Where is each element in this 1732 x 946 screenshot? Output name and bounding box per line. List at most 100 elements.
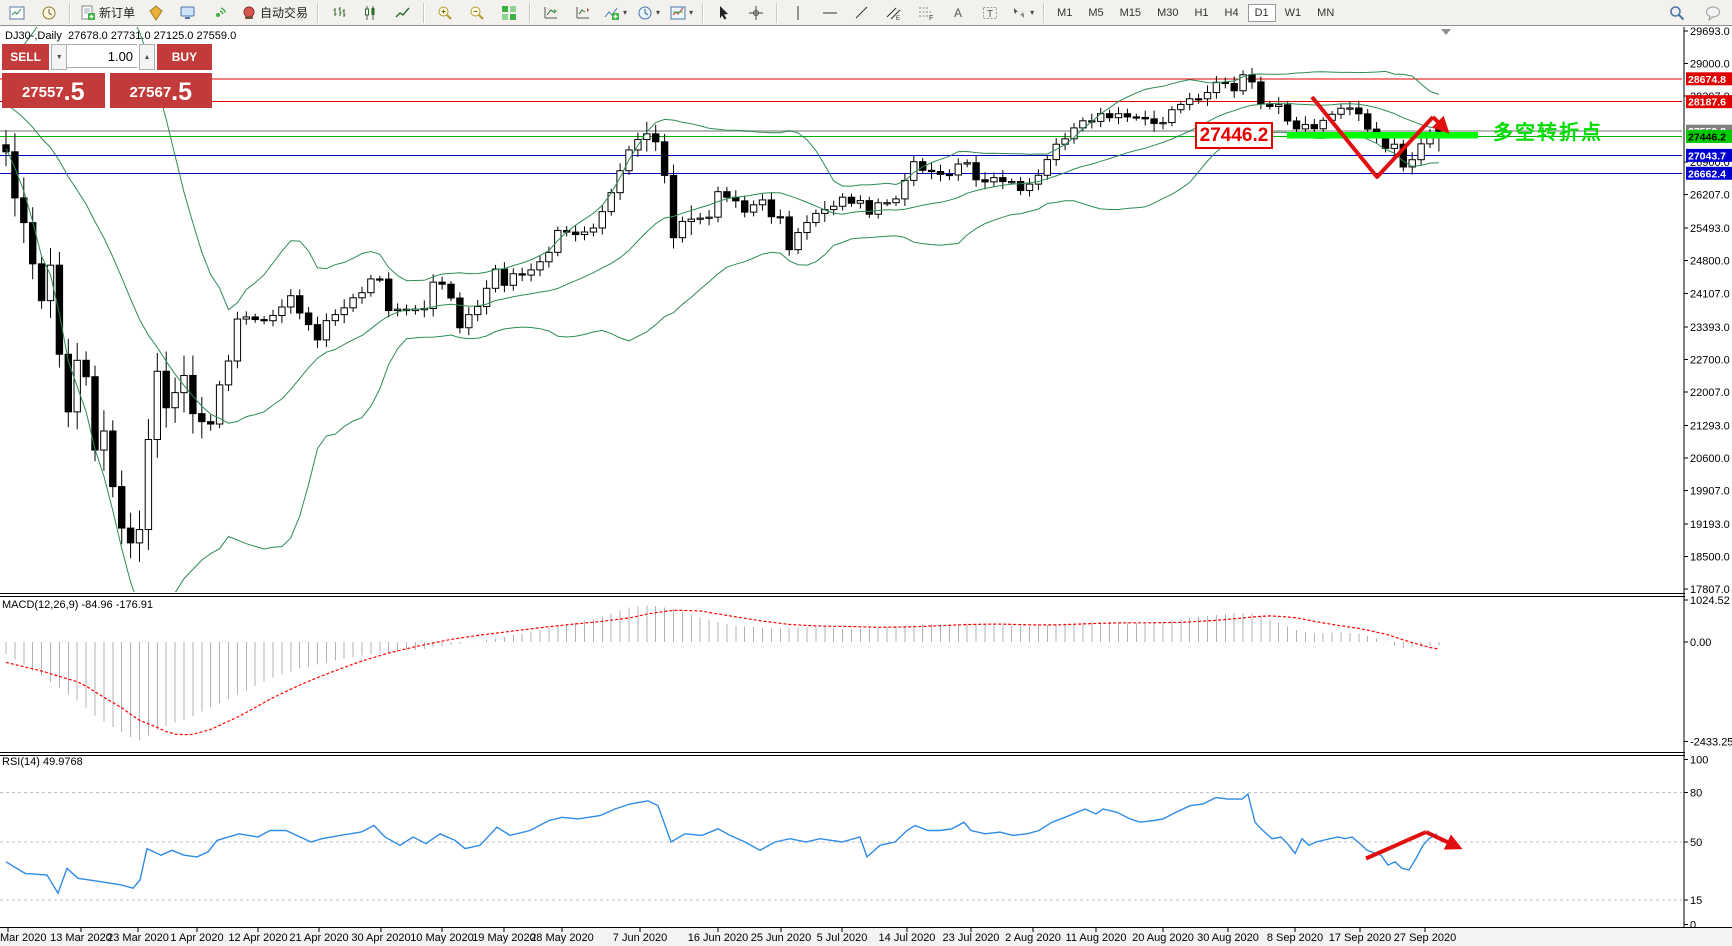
line-chart-button[interactable] <box>388 1 418 25</box>
signal-button[interactable] <box>205 1 235 25</box>
text-tool-button[interactable]: A <box>943 1 973 25</box>
chart-forward-button[interactable] <box>536 1 566 25</box>
svg-text:25 Jun 2020: 25 Jun 2020 <box>751 932 812 944</box>
timeframe-button-W1[interactable]: W1 <box>1278 4 1309 22</box>
panel-separators <box>0 593 1732 928</box>
indicators-icon <box>604 5 620 21</box>
trendline-icon <box>854 5 870 21</box>
zoom-in-icon <box>437 5 453 21</box>
svg-text:1024.52: 1024.52 <box>1690 595 1730 607</box>
sell-price-display[interactable]: 27557 .5 <box>2 73 105 108</box>
timeframe-button-H4[interactable]: H4 <box>1218 4 1246 22</box>
svg-text:14 Jul 2020: 14 Jul 2020 <box>879 932 936 944</box>
rsi-panel <box>0 793 1682 900</box>
fibonacci-tool-button[interactable]: F <box>911 1 941 25</box>
dropdown-caret: ▾ <box>1030 8 1034 17</box>
clock-icon <box>41 5 57 21</box>
toolbar-separator <box>776 3 778 23</box>
trade-buttons-row: SELL ▼ ▲ BUY <box>2 44 212 70</box>
crosshair-tool-button[interactable] <box>741 1 771 25</box>
tile-windows-button[interactable] <box>494 1 524 25</box>
buy-price-pips: .5 <box>171 79 192 106</box>
date-axis[interactable]: Mar 202013 Mar 202023 Mar 20201 Apr 2020… <box>0 928 1732 946</box>
svg-text:19193.0: 19193.0 <box>1690 519 1730 531</box>
toolbar-separator <box>1043 3 1045 23</box>
svg-text:30 Aug 2020: 30 Aug 2020 <box>1197 932 1259 944</box>
candlestick-icon <box>363 5 379 21</box>
svg-text:25493.0: 25493.0 <box>1690 223 1730 235</box>
hline-tool-button[interactable] <box>815 1 845 25</box>
autotrade-button[interactable]: 自动交易 <box>237 1 312 25</box>
sell-button[interactable]: SELL <box>2 44 49 70</box>
cursor-tool-button[interactable] <box>709 1 739 25</box>
chart-shift-button[interactable] <box>568 1 598 25</box>
chart-shift-icon <box>575 5 591 21</box>
timeframe-button-D1[interactable]: D1 <box>1248 4 1276 22</box>
metaquotes-button[interactable] <box>141 1 171 25</box>
timeframe-button-M1[interactable]: M1 <box>1050 4 1079 22</box>
svg-text:28187.6: 28187.6 <box>1688 97 1726 109</box>
indicators-button[interactable]: ▾ <box>600 1 631 25</box>
terminal-button[interactable] <box>173 1 203 25</box>
svg-text:2 Aug 2020: 2 Aug 2020 <box>1005 932 1061 944</box>
label-tool-button[interactable]: T <box>975 1 1005 25</box>
bar-chart-icon <box>331 5 347 21</box>
chat-button[interactable] <box>1698 1 1728 25</box>
channel-icon: E <box>886 5 902 21</box>
zoom-in-button[interactable] <box>430 1 460 25</box>
arrows-tool-button[interactable]: ▾ <box>1007 1 1038 25</box>
toolbar-right-group <box>1662 0 1728 26</box>
svg-text:23 Jul 2020: 23 Jul 2020 <box>943 932 1000 944</box>
templates-button[interactable]: ▾ <box>666 1 697 25</box>
new-order-icon <box>80 5 96 21</box>
svg-text:27446.2: 27446.2 <box>1688 131 1726 143</box>
trend-annotations <box>1287 29 1478 177</box>
timeframe-button-M15[interactable]: M15 <box>1113 4 1148 22</box>
price-level-tag[interactable]: 27446.2 <box>1195 122 1273 149</box>
svg-text:23393.0: 23393.0 <box>1690 322 1730 334</box>
history-button[interactable] <box>34 1 64 25</box>
periods-button[interactable]: ▾ <box>633 1 664 25</box>
buy-button[interactable]: BUY <box>157 44 212 70</box>
svg-text:17 Sep 2020: 17 Sep 2020 <box>1329 932 1391 944</box>
volume-decrease-button[interactable]: ▼ <box>51 44 67 70</box>
svg-text:15: 15 <box>1690 895 1702 907</box>
new-order-button[interactable]: 新订单 <box>76 1 139 25</box>
bollinger-bands <box>6 0 1439 613</box>
chart-shift-marker <box>1441 29 1451 35</box>
buy-price-display[interactable]: 27567 .5 <box>110 73 213 108</box>
toolbar-separator <box>529 3 531 23</box>
timeframe-button-H1[interactable]: H1 <box>1187 4 1215 22</box>
horizontal-level-lines <box>0 79 1682 173</box>
candlestick-button[interactable] <box>356 1 386 25</box>
line-chart-icon <box>395 5 411 21</box>
volume-increase-button[interactable]: ▲ <box>139 44 155 70</box>
chart-canvas[interactable]: 29693.029000.028307.026900.026207.025493… <box>0 0 1732 946</box>
svg-text:11 Aug 2020: 11 Aug 2020 <box>1066 932 1127 944</box>
autotrade-label: 自动交易 <box>260 4 308 21</box>
volume-input[interactable] <box>67 44 137 68</box>
svg-text:5 Jul 2020: 5 Jul 2020 <box>817 932 868 944</box>
zoom-out-button[interactable] <box>462 1 492 25</box>
main-toolbar: 新订单 自动交易 ▾ ▾ ▾ E F A T ▾ M1M5M15M30H1H4D… <box>0 0 1732 26</box>
timeframe-button-M5[interactable]: M5 <box>1081 4 1110 22</box>
svg-text:0.00: 0.00 <box>1690 637 1711 649</box>
toolbar-separator <box>69 3 71 23</box>
search-button[interactable] <box>1662 1 1692 25</box>
bar-chart-button[interactable] <box>324 1 354 25</box>
vline-tool-button[interactable] <box>783 1 813 25</box>
timeframe-button-MN[interactable]: MN <box>1310 4 1341 22</box>
svg-text:20600.0: 20600.0 <box>1690 453 1730 465</box>
fibonacci-icon: F <box>918 5 934 21</box>
svg-text:100: 100 <box>1690 755 1708 767</box>
trendline-tool-button[interactable] <box>847 1 877 25</box>
svg-text:26662.4: 26662.4 <box>1688 168 1726 180</box>
chart-window-button[interactable] <box>2 1 32 25</box>
timeframe-button-M30[interactable]: M30 <box>1150 4 1185 22</box>
channel-tool-button[interactable]: E <box>879 1 909 25</box>
sell-price-pips: .5 <box>64 79 85 106</box>
svg-text:27 Sep 2020: 27 Sep 2020 <box>1394 932 1456 944</box>
dropdown-caret: ▾ <box>689 8 693 17</box>
zoom-out-icon <box>469 5 485 21</box>
symbol-title: DJ30-,Daily <box>5 30 62 42</box>
